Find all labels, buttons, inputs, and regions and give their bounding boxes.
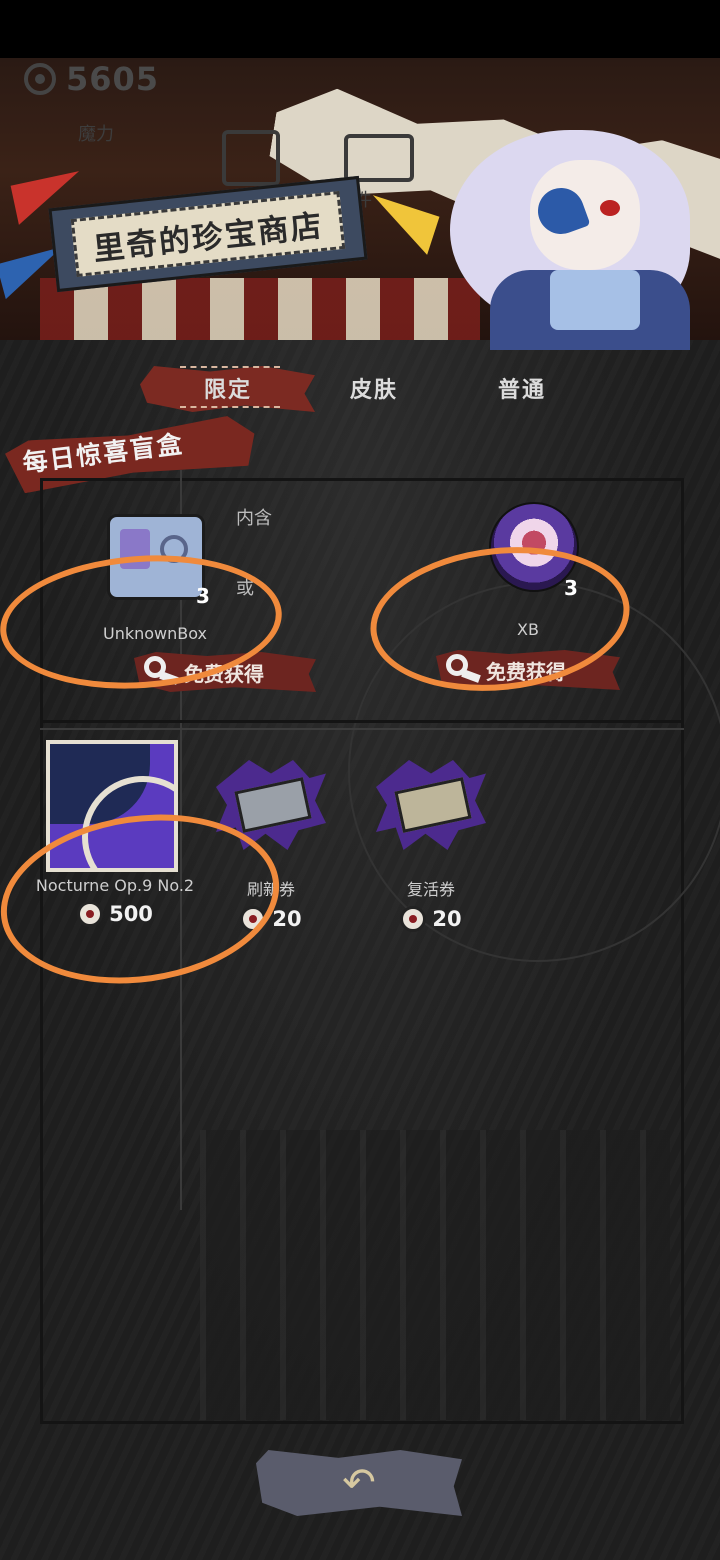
back-button[interactable]: ↶ [256, 1450, 462, 1516]
back-arrow-icon: ↶ [342, 1460, 376, 1506]
tab-limited[interactable]: 限定 [204, 372, 252, 404]
shopkeeper-character [420, 110, 720, 350]
shop-item-name: 复活券 [406, 880, 455, 899]
coin-icon [400, 906, 427, 932]
shop-item-revive-ticket[interactable] [366, 760, 496, 850]
tab-normal[interactable]: 普通 [498, 372, 546, 404]
currency-icon [24, 63, 56, 95]
shop-title: 里奇的珍宝商店 [70, 191, 346, 277]
contains-label: 内含 [236, 508, 272, 529]
tab-skins[interactable]: 皮肤 [350, 372, 398, 404]
calendar-icon [222, 130, 280, 186]
currency-value: 5605 [66, 60, 160, 98]
circus-curtain [40, 278, 480, 340]
revive-ticket-icon [376, 760, 486, 850]
shop-tabs: 限定 皮肤 普通 [0, 364, 720, 416]
currency-display: 5605 [24, 60, 159, 98]
shop-item-price: 20 [366, 906, 496, 932]
currency-label: 魔力 [78, 124, 114, 145]
background-pattern [200, 1130, 670, 1420]
mail-icon [344, 134, 414, 182]
status-bar-area [0, 0, 720, 58]
